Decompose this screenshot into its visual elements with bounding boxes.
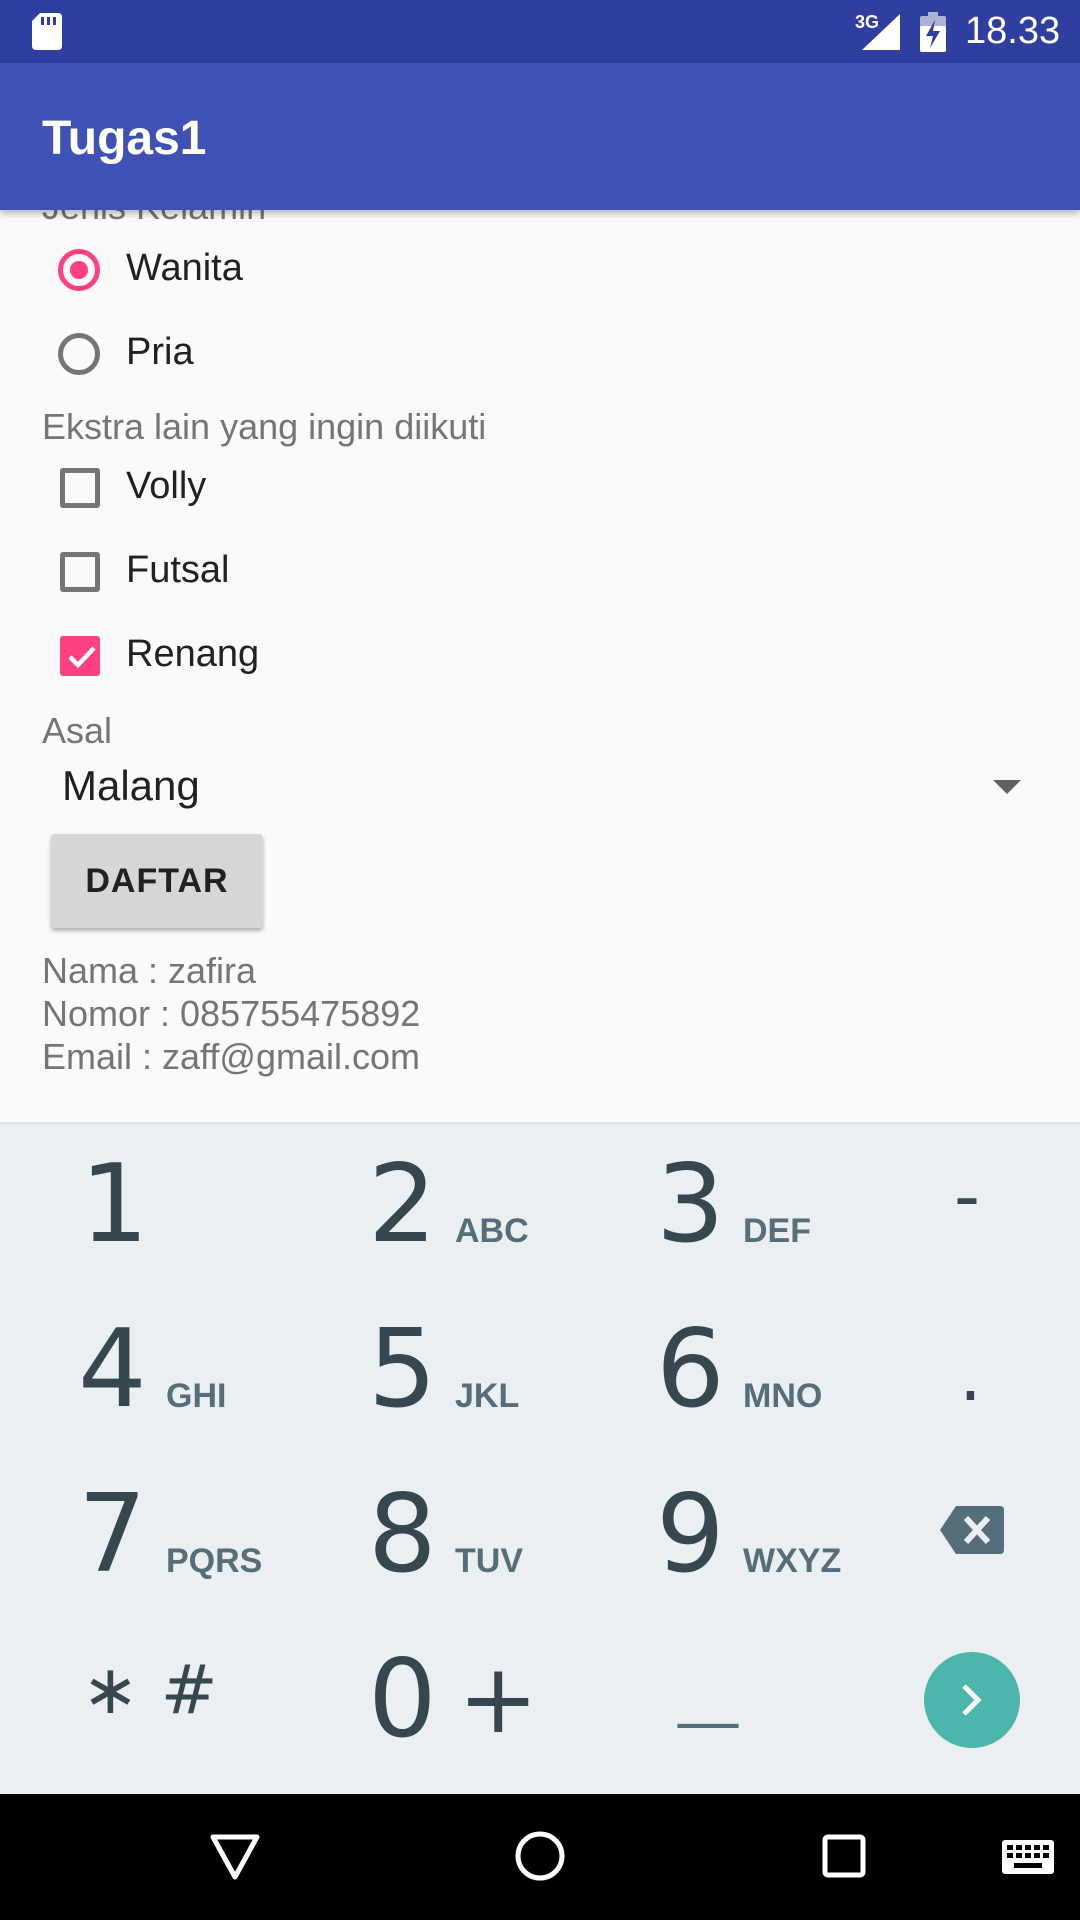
status-bar: 3G 18.33 xyxy=(0,0,1080,63)
key-plus: + xyxy=(458,1643,539,1755)
app-bar: Tugas1 xyxy=(0,63,1080,210)
key-9[interactable]: 9 WXYZ xyxy=(578,1454,848,1619)
key-letters: GHI xyxy=(166,1377,227,1415)
radio-label: Pria xyxy=(126,331,194,373)
key-6[interactable]: 6 MNO xyxy=(578,1289,848,1454)
chevron-right-icon xyxy=(962,1684,982,1716)
key-digit: 2 xyxy=(368,1142,437,1267)
submit-button[interactable]: DAFTAR xyxy=(51,834,263,928)
recents-icon[interactable] xyxy=(822,1834,866,1878)
key-symbol: ∗ # xyxy=(82,1651,218,1730)
key-0[interactable]: 0 + xyxy=(290,1619,560,1784)
navigation-bar xyxy=(0,1794,1080,1920)
gender-label: Jenis Kelamin xyxy=(42,210,266,228)
key-letters: TUV xyxy=(455,1542,523,1580)
key-letters: DEF xyxy=(743,1212,811,1250)
checkbox-unchecked[interactable] xyxy=(60,468,100,508)
signal-icon xyxy=(862,14,900,50)
checkbox-checked[interactable] xyxy=(60,636,100,676)
backspace-icon xyxy=(940,1506,1004,1554)
key-symbol: - xyxy=(954,1154,980,1238)
clock: 18.33 xyxy=(965,10,1061,52)
key-5[interactable]: 5 JKL xyxy=(290,1289,560,1454)
numeric-keyboard: 1 2 ABC 3 DEF - 4 GHI 5 JKL 6 MNO . 7 PQ… xyxy=(0,1122,1080,1796)
back-icon[interactable] xyxy=(210,1834,260,1880)
go-button[interactable] xyxy=(924,1652,1020,1748)
key-dot[interactable]: . xyxy=(860,1289,1080,1454)
form-scroll-area[interactable]: Jenis Kelamin Wanita Pria Ekstra lain ya… xyxy=(0,210,1080,1122)
battery-charging-icon xyxy=(920,12,946,52)
key-symbol: . xyxy=(959,1333,982,1417)
key-star-hash[interactable]: ∗ # xyxy=(0,1619,270,1784)
extras-label: Ekstra lain yang ingin diikuti xyxy=(42,406,487,447)
radio-button-unchecked[interactable] xyxy=(58,333,100,375)
key-letters: ABC xyxy=(455,1212,529,1250)
key-space[interactable]: __ xyxy=(578,1619,848,1784)
dropdown-arrow-icon xyxy=(993,780,1021,794)
key-3[interactable]: 3 DEF xyxy=(578,1124,848,1289)
key-8[interactable]: 8 TUV xyxy=(290,1454,560,1619)
key-letters: JKL xyxy=(455,1377,520,1415)
key-symbol: __ xyxy=(678,1659,738,1729)
key-4[interactable]: 4 GHI xyxy=(0,1289,270,1454)
checkbox-label: Renang xyxy=(126,633,260,675)
key-digit: 1 xyxy=(80,1142,149,1267)
key-digit: 4 xyxy=(78,1307,147,1432)
key-backspace[interactable] xyxy=(860,1454,1080,1619)
radio-label: Wanita xyxy=(126,247,243,289)
radio-button-checked[interactable] xyxy=(58,249,100,291)
key-2[interactable]: 2 ABC xyxy=(290,1124,560,1289)
key-letters: WXYZ xyxy=(743,1542,842,1580)
key-digit: 5 xyxy=(368,1307,437,1432)
key-digit: 8 xyxy=(368,1472,437,1597)
result-email: Email : zaff@gmail.com xyxy=(42,1036,420,1077)
app-title: Tugas1 xyxy=(42,112,207,165)
checkbox-label: Futsal xyxy=(126,549,230,591)
key-letters: MNO xyxy=(743,1377,823,1415)
sd-card-icon xyxy=(32,13,62,50)
checkmark-icon xyxy=(68,646,96,669)
key-1[interactable]: 1 xyxy=(0,1124,270,1289)
key-7[interactable]: 7 PQRS xyxy=(0,1454,270,1619)
checkbox-unchecked[interactable] xyxy=(60,552,100,592)
result-phone: Nomor : 085755475892 xyxy=(42,993,421,1034)
key-digit: 6 xyxy=(656,1307,725,1432)
key-digit: 3 xyxy=(656,1142,725,1267)
key-digit: 7 xyxy=(78,1472,147,1597)
origin-spinner-value: Malang xyxy=(62,762,200,809)
origin-label: Asal xyxy=(42,710,113,751)
key-letters: PQRS xyxy=(166,1542,263,1580)
key-dash[interactable]: - xyxy=(860,1124,1080,1289)
checkbox-label: Volly xyxy=(126,465,207,507)
key-digit: 9 xyxy=(656,1472,725,1597)
key-digit: 0 xyxy=(368,1637,437,1762)
result-name: Nama : zafira xyxy=(42,950,257,991)
keyboard-icon[interactable] xyxy=(1002,1840,1054,1874)
home-icon[interactable] xyxy=(515,1831,565,1881)
